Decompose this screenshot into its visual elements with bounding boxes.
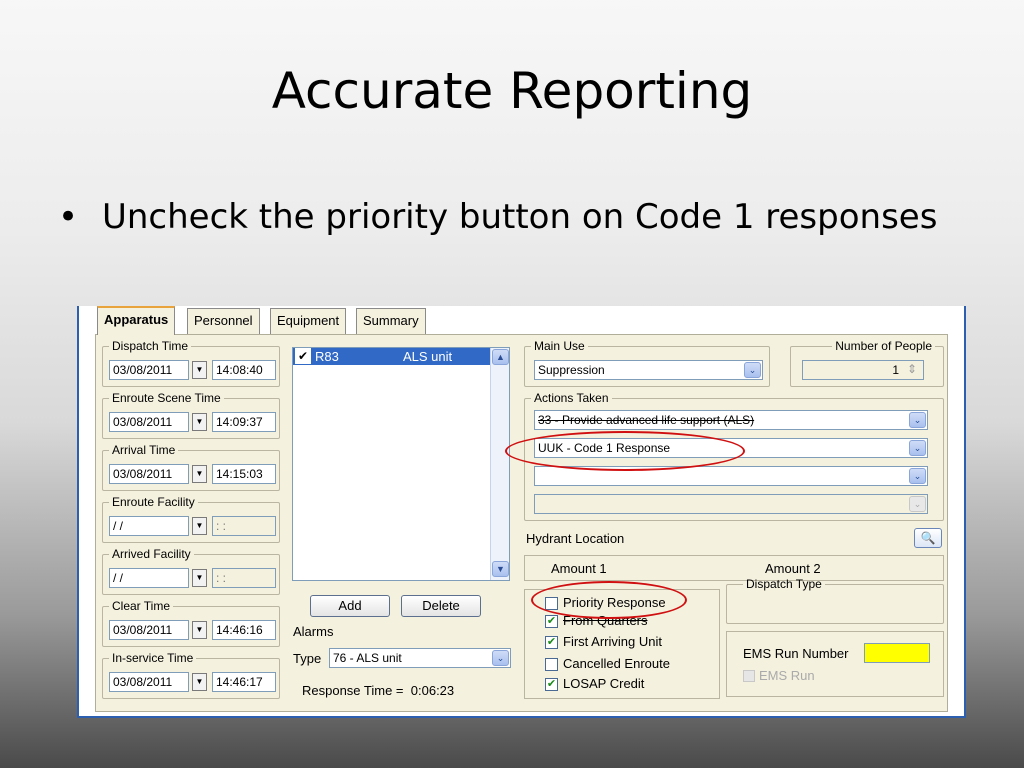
- alarm-type-dropdown-icon[interactable]: ⌄: [492, 650, 509, 666]
- annotation-oval-code1: [505, 431, 745, 471]
- ems-run-number-label: EMS Run Number: [743, 646, 849, 661]
- hydrant-location-label: Hydrant Location: [526, 531, 625, 546]
- unit-listbox[interactable]: ✔ R83 ALS unit ▲ ▼: [292, 347, 510, 581]
- slide-title: Accurate Reporting: [271, 62, 753, 120]
- delete-button[interactable]: Delete: [401, 595, 481, 617]
- arrived-facility-time-field[interactable]: : :: [212, 568, 276, 588]
- clear-time-field[interactable]: 14:46:16: [212, 620, 276, 640]
- action-2-dropdown-icon[interactable]: ⌄: [909, 440, 926, 456]
- ems-run-checkbox[interactable]: [743, 670, 755, 682]
- main-use-dropdown-icon[interactable]: ⌄: [744, 362, 761, 378]
- actions-taken-label: Actions Taken: [534, 391, 609, 405]
- arrival-time-label: Arrival Time: [112, 443, 176, 457]
- dispatch-time-field[interactable]: 14:08:40: [212, 360, 276, 380]
- first-arriving-unit-checkbox[interactable]: ✔: [545, 636, 558, 649]
- fire-report-window: Apparatus Personnel Equipment Summary Di…: [77, 306, 966, 718]
- action-1-dropdown-icon[interactable]: ⌄: [909, 412, 926, 428]
- tab-summary[interactable]: Summary: [356, 308, 426, 334]
- arrived-facility-date-field[interactable]: / /: [109, 568, 189, 588]
- amount-1-label: Amount 1: [551, 561, 607, 576]
- inservice-dropdown-icon[interactable]: ▼: [192, 673, 207, 691]
- spinner-arrows-icon[interactable]: ⇕: [904, 362, 920, 378]
- unit-list-row[interactable]: ✔ R83 ALS unit: [293, 348, 490, 365]
- first-arriving-unit-label: First Arriving Unit: [563, 634, 662, 649]
- from-quarters-checkbox[interactable]: ✔: [545, 615, 558, 628]
- bullet-text: Uncheck the priority button on Code 1 re…: [102, 197, 938, 237]
- annotation-oval-priority: [531, 581, 687, 619]
- cancelled-enroute-checkbox[interactable]: [545, 658, 558, 671]
- inservice-time-field[interactable]: 14:46:17: [212, 672, 276, 692]
- enroute-scene-time-field[interactable]: 14:09:37: [212, 412, 276, 432]
- enroute-scene-label: Enroute Scene Time: [112, 391, 221, 405]
- response-time-value: 0:06:23: [410, 683, 455, 698]
- unit-id: R83: [315, 349, 339, 364]
- add-button[interactable]: Add: [310, 595, 390, 617]
- tab-personnel[interactable]: Personnel: [187, 308, 260, 334]
- alarm-type-select[interactable]: 76 - ALS unit: [329, 648, 511, 668]
- response-time-label: Response Time = 0:06:23: [302, 683, 454, 698]
- clear-time-label: Clear Time: [112, 599, 171, 613]
- enroute-facility-time-field[interactable]: : :: [212, 516, 276, 536]
- bullet-dot: •: [58, 197, 79, 237]
- number-of-people-label: Number of People: [835, 339, 932, 353]
- unit-list-scrollbar[interactable]: ▲ ▼: [490, 348, 509, 580]
- dispatch-date-field[interactable]: 03/08/2011: [109, 360, 189, 380]
- search-icon[interactable]: 🔍: [914, 528, 942, 548]
- arrival-time-field[interactable]: 14:15:03: [212, 464, 276, 484]
- tab-equipment[interactable]: Equipment: [270, 308, 347, 334]
- arrival-date-field[interactable]: 03/08/2011: [109, 464, 189, 484]
- scroll-up-icon[interactable]: ▲: [492, 349, 509, 365]
- dispatch-type-group: Dispatch Type: [726, 577, 944, 624]
- action-select-1[interactable]: 33 - Provide advanced life support (ALS): [534, 410, 928, 430]
- enroute-facility-label: Enroute Facility: [112, 495, 195, 509]
- action-4-dropdown-icon[interactable]: ⌄: [909, 496, 926, 512]
- enroute-facility-dropdown-icon[interactable]: ▼: [192, 517, 207, 535]
- losap-credit-label: LOSAP Credit: [563, 676, 645, 691]
- clear-dropdown-icon[interactable]: ▼: [192, 621, 207, 639]
- action-select-4[interactable]: [534, 494, 928, 514]
- scroll-down-icon[interactable]: ▼: [492, 561, 509, 577]
- arrival-dropdown-icon[interactable]: ▼: [192, 465, 207, 483]
- enroute-scene-date-field[interactable]: 03/08/2011: [109, 412, 189, 432]
- ems-run-number-field[interactable]: [864, 643, 930, 663]
- ems-run-label: EMS Run: [759, 668, 815, 683]
- dispatch-time-label: Dispatch Time: [112, 339, 189, 353]
- inservice-date-field[interactable]: 03/08/2011: [109, 672, 189, 692]
- enroute-facility-date-field[interactable]: / /: [109, 516, 189, 536]
- enroute-scene-dropdown-icon[interactable]: ▼: [192, 413, 207, 431]
- apparatus-panel: Dispatch Time 03/08/2011 ▼ 14:08:40 Enro…: [95, 334, 948, 712]
- response-time-caption: Response Time =: [302, 683, 404, 698]
- alarm-type-label: Type: [293, 651, 322, 666]
- dispatch-date-dropdown-icon[interactable]: ▼: [192, 361, 207, 379]
- unit-type: ALS unit: [403, 349, 453, 364]
- clear-date-field[interactable]: 03/08/2011: [109, 620, 189, 640]
- tab-apparatus[interactable]: Apparatus: [97, 306, 176, 335]
- unit-check-icon: ✔: [295, 348, 311, 364]
- action-3-dropdown-icon[interactable]: ⌄: [909, 468, 926, 484]
- cancelled-enroute-label: Cancelled Enroute: [563, 656, 670, 671]
- arrived-facility-label: Arrived Facility: [112, 547, 191, 561]
- arrived-facility-dropdown-icon[interactable]: ▼: [192, 569, 207, 587]
- losap-credit-checkbox[interactable]: ✔: [545, 678, 558, 691]
- ems-group: [726, 631, 944, 697]
- inservice-time-label: In-service Time: [112, 651, 194, 665]
- main-use-select[interactable]: Suppression: [534, 360, 763, 380]
- dispatch-type-label: Dispatch Type: [746, 577, 822, 591]
- amount-2-label: Amount 2: [765, 561, 821, 576]
- bullet-point: • Uncheck the priority button on Code 1 …: [58, 190, 958, 244]
- alarms-label: Alarms: [293, 624, 334, 639]
- main-use-label: Main Use: [534, 339, 585, 353]
